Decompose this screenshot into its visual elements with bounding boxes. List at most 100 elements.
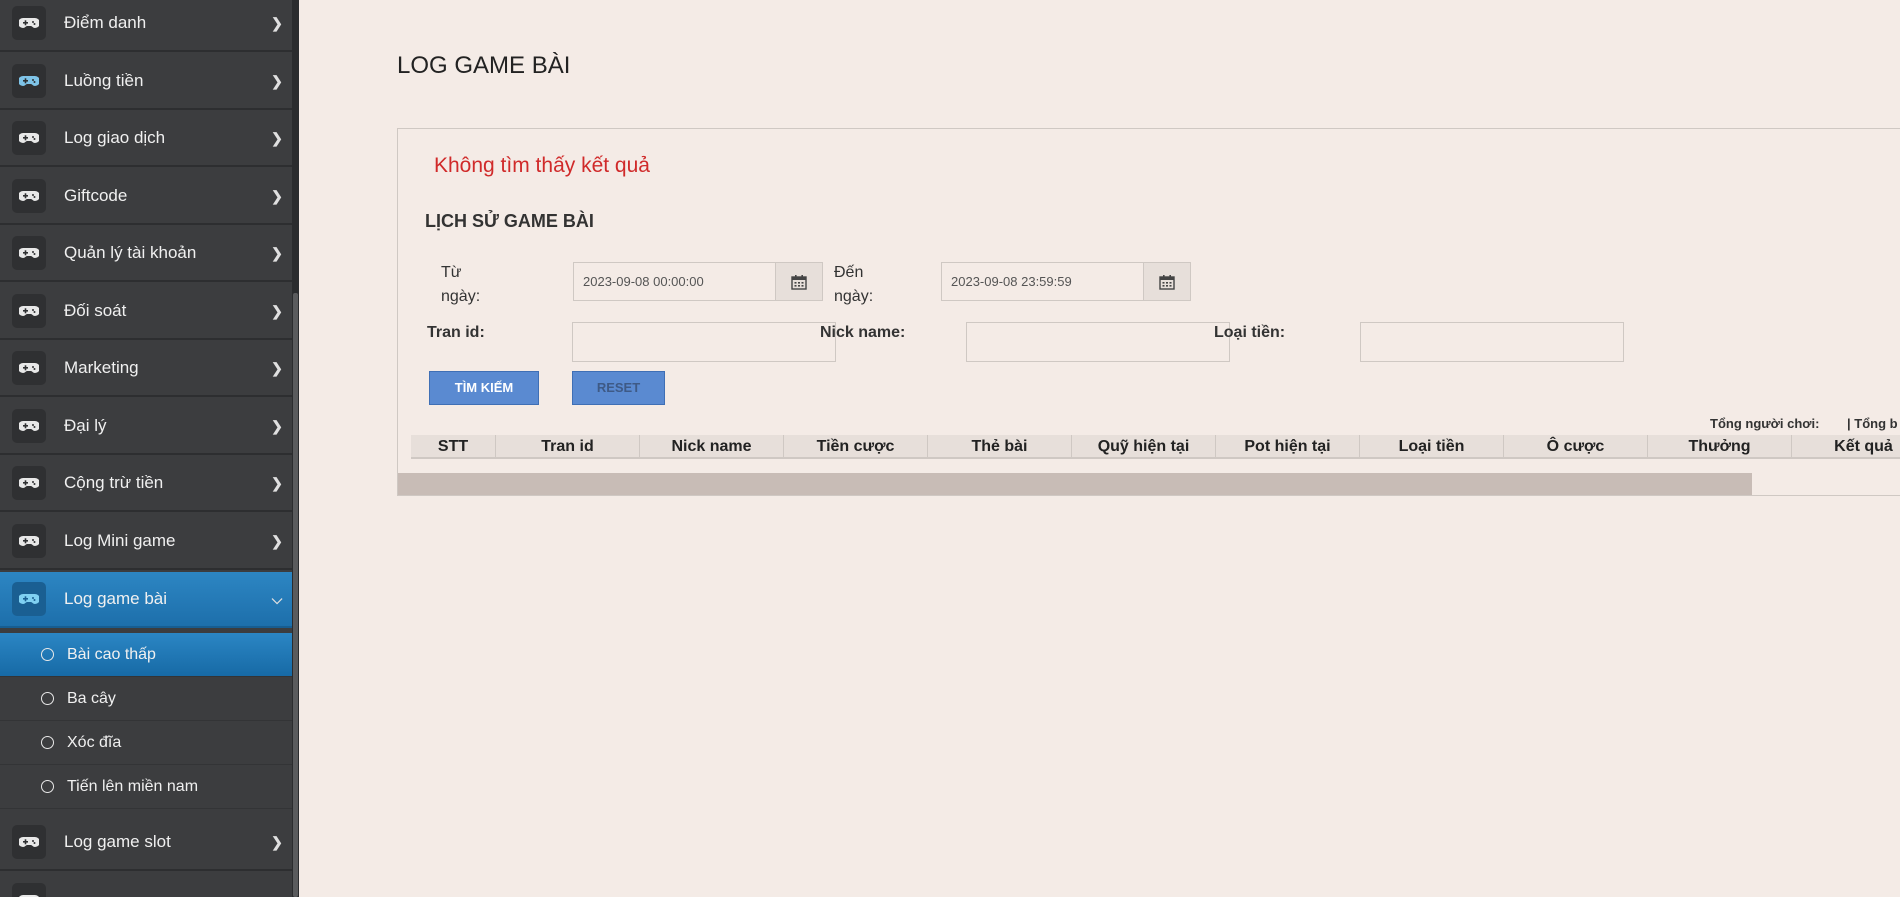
circle-icon: [41, 780, 54, 793]
sidebar-subitem-label: Ba cây: [67, 689, 116, 707]
sidebar-subitem-xoc-dia[interactable]: Xóc đĩa: [0, 721, 292, 765]
column-header[interactable]: Loại tiền: [1359, 435, 1503, 459]
sidebar-item-label: Log giao dịch: [64, 128, 166, 147]
money-type-input[interactable]: [1360, 322, 1624, 362]
gamepad-icon: [12, 466, 46, 500]
sidebar-item-log-mini-game[interactable]: Log Mini game ❯: [0, 514, 292, 570]
chevron-right-icon: ❯: [271, 359, 283, 376]
to-date-label-1: Đến: [834, 264, 864, 281]
circle-icon: [41, 648, 54, 661]
from-date-label-2: ngày:: [441, 288, 481, 305]
chevron-right-icon: ❯: [271, 417, 283, 434]
sidebar-item-dai-ly[interactable]: Đại lý ❯: [0, 399, 292, 455]
gamepad-icon: [12, 524, 46, 558]
chevron-right-icon: ❯: [271, 244, 283, 261]
calendar-icon[interactable]: [1143, 263, 1190, 300]
sidebar-item-label: Luồng tiền: [64, 71, 144, 90]
no-result-message: Không tìm thấy kết quả: [434, 154, 650, 177]
sidebar-item-log-game-bai[interactable]: Log game bài ⌵: [0, 572, 292, 628]
table-horizontal-scrollbar[interactable]: [398, 473, 1752, 495]
table-header: STT Tran id Nick name Tiền cược Thẻ bài …: [411, 435, 1900, 459]
column-header[interactable]: Tiền cược: [783, 435, 927, 459]
sidebar-item-label: Log game slot: [64, 832, 171, 851]
column-header[interactable]: Thưởng: [1647, 435, 1791, 459]
gamepad-icon: [12, 6, 46, 40]
from-date-label-1: Từ: [441, 264, 462, 281]
chevron-right-icon: ❯: [271, 532, 283, 549]
gamepad-icon: [12, 825, 46, 859]
to-date-input[interactable]: 2023-09-08 23:59:59: [941, 262, 1191, 301]
chevron-right-icon: ❯: [271, 129, 283, 146]
from-date-value: 2023-09-08 00:00:00: [583, 274, 704, 289]
sidebar-item-log-game-slot[interactable]: Log game slot ❯: [0, 815, 292, 871]
chevron-right-icon: ❯: [271, 187, 283, 204]
gamepad-icon: [12, 121, 46, 155]
gamepad-icon: [12, 582, 46, 616]
nick-name-label: Nick name:: [820, 324, 906, 341]
column-header[interactable]: Kết quả: [1791, 435, 1900, 459]
sidebar-item-cong-tru-tien[interactable]: Cộng trừ tiền ❯: [0, 456, 292, 512]
calendar-icon[interactable]: [775, 263, 822, 300]
column-header[interactable]: Thẻ bài: [927, 435, 1071, 459]
sidebar-subitem-bai-cao-thap[interactable]: Bài cao thấp: [0, 633, 292, 677]
nick-name-input[interactable]: [966, 322, 1230, 362]
column-header[interactable]: STT: [411, 435, 495, 459]
sidebar-item-marketing[interactable]: Marketing ❯: [0, 341, 292, 397]
from-date-input[interactable]: 2023-09-08 00:00:00: [573, 262, 823, 301]
sidebar-item-log-giao-dich[interactable]: Log giao dịch ❯: [0, 111, 292, 167]
column-header[interactable]: Quỹ hiện tại: [1071, 435, 1215, 459]
sidebar-item-label: Điểm danh: [64, 13, 147, 32]
sidebar-item-next[interactable]: [0, 873, 292, 897]
sidebar-item-label: Marketing: [64, 358, 139, 377]
gamepad-icon: [12, 64, 46, 98]
sidebar-item-giftcode[interactable]: Giftcode ❯: [0, 169, 292, 225]
tran-id-label: Tran id:: [427, 324, 485, 341]
sidebar-subitem-label: Bài cao thấp: [67, 645, 156, 663]
sidebar-item-doi-soat[interactable]: Đối soát ❯: [0, 284, 292, 340]
page-title: LOG GAME BÀI: [397, 52, 571, 79]
tran-id-input[interactable]: [572, 322, 836, 362]
chevron-right-icon: ❯: [271, 302, 283, 319]
gamepad-icon: [12, 179, 46, 213]
to-date-label-2: ngày:: [834, 288, 874, 305]
gamepad-icon: [12, 409, 46, 443]
chevron-right-icon: ❯: [271, 474, 283, 491]
total-players-label: Tổng người chơi:: [1710, 416, 1820, 431]
sidebar-item-label: Đại lý: [64, 416, 107, 435]
gamepad-icon: [12, 236, 46, 270]
chevron-right-icon: ❯: [271, 72, 283, 89]
column-header[interactable]: Ô cược: [1503, 435, 1647, 459]
sidebar-item-label: Quản lý tài khoản: [64, 243, 197, 262]
circle-icon: [41, 692, 54, 705]
sidebar-item-label: Cộng trừ tiền: [64, 473, 164, 492]
total-second-label: | Tổng b: [1847, 416, 1898, 431]
circle-icon: [41, 736, 54, 749]
reset-button[interactable]: RESET: [572, 371, 665, 405]
sidebar-item-label: Log game bài: [64, 589, 168, 608]
sidebar-item-diem-danh[interactable]: Điểm danh ❯: [0, 0, 292, 52]
chevron-right-icon: ❯: [271, 14, 283, 31]
gamepad-icon: [12, 351, 46, 385]
gamepad-icon: [12, 883, 46, 897]
sidebar-item-label: Giftcode: [64, 186, 128, 205]
search-button[interactable]: TÌM KIẾM: [429, 371, 539, 405]
column-header[interactable]: Nick name: [639, 435, 783, 459]
sidebar-item-quan-ly-tai-khoan[interactable]: Quản lý tài khoản ❯: [0, 226, 292, 282]
to-date-value: 2023-09-08 23:59:59: [951, 274, 1072, 289]
sidebar-scrollbar[interactable]: [292, 0, 299, 897]
sidebar-item-label: Log Mini game: [64, 531, 176, 550]
sidebar: Điểm danh ❯ Luồng tiền ❯ Log giao dịch ❯…: [0, 0, 292, 897]
gamepad-icon: [12, 294, 46, 328]
chevron-down-icon: ⌵: [271, 590, 283, 607]
chevron-right-icon: ❯: [271, 833, 283, 850]
money-type-label: Loại tiền:: [1214, 324, 1286, 341]
sidebar-scrollbar-thumb[interactable]: [293, 293, 298, 897]
column-header[interactable]: Tran id: [495, 435, 639, 459]
sidebar-subitem-ba-cay[interactable]: Ba cây: [0, 677, 292, 721]
sidebar-item-label: Đối soát: [64, 301, 127, 320]
column-header[interactable]: Pot hiện tại: [1215, 435, 1359, 459]
section-title: LỊCH SỬ GAME BÀI: [425, 211, 594, 231]
sidebar-subitem-label: Tiến lên miền nam: [67, 777, 199, 795]
sidebar-subitem-tien-len-mien-nam[interactable]: Tiến lên miền nam: [0, 765, 292, 809]
sidebar-item-luong-tien[interactable]: Luồng tiền ❯: [0, 54, 292, 110]
